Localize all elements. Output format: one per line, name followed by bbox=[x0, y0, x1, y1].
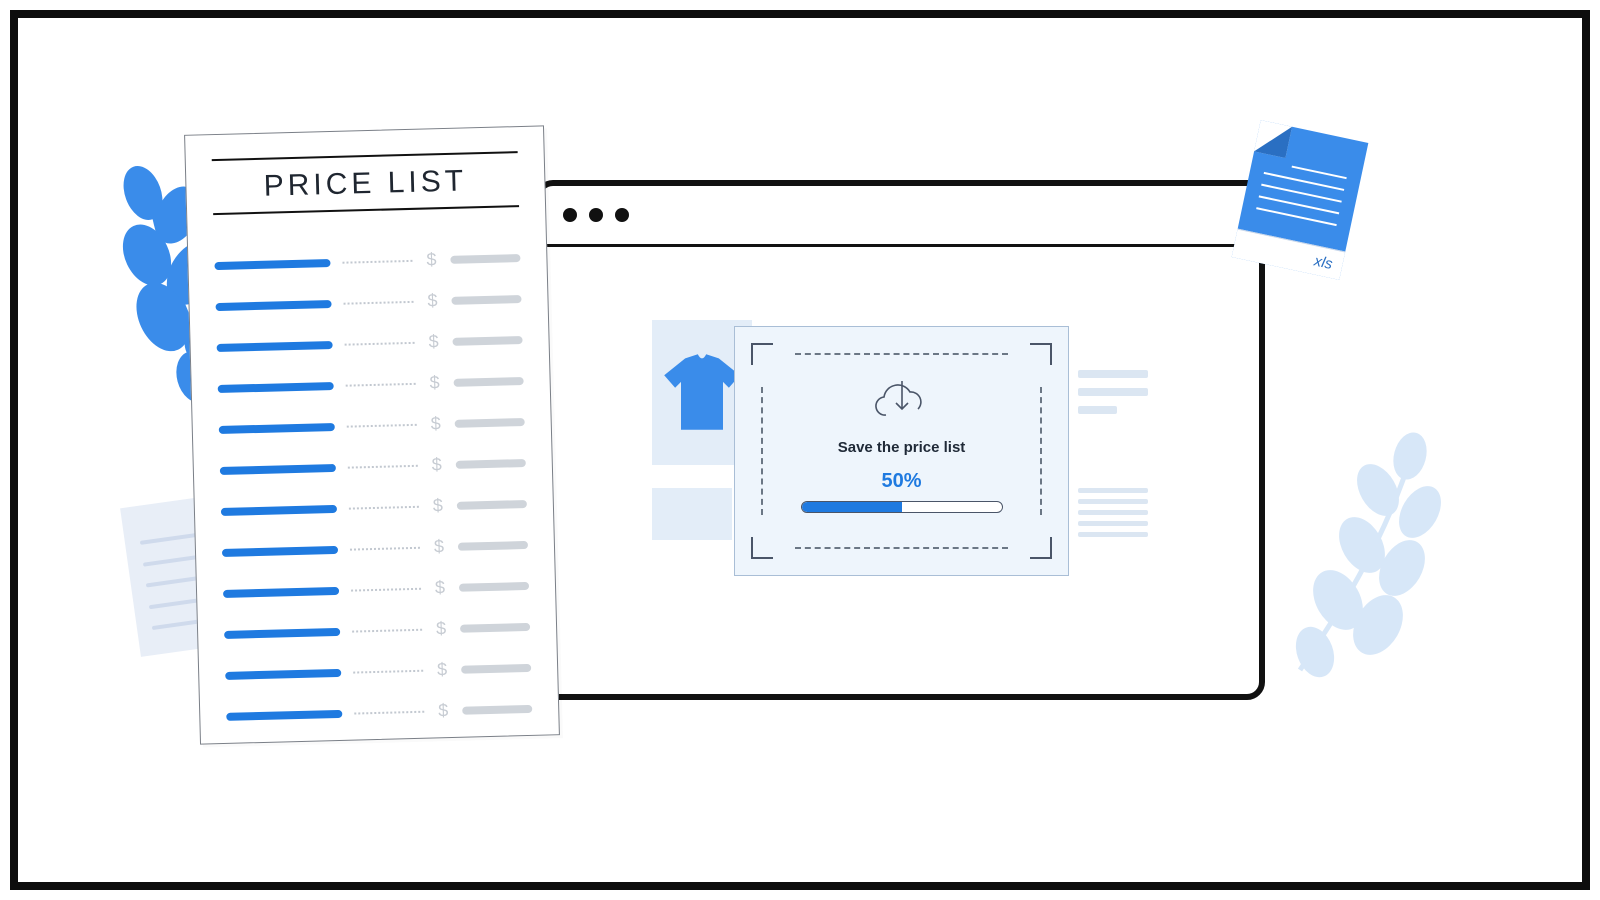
leader-dots bbox=[349, 505, 419, 509]
price-list-row: $ bbox=[221, 493, 527, 522]
leader-dots bbox=[348, 464, 418, 468]
item-price-placeholder bbox=[451, 295, 521, 305]
currency-symbol: $ bbox=[430, 454, 445, 475]
item-price-placeholder bbox=[461, 663, 531, 673]
price-list-row: $ bbox=[226, 698, 532, 727]
leader-dots bbox=[345, 341, 415, 345]
window-control-dot[interactable] bbox=[589, 208, 603, 222]
crop-guide bbox=[795, 547, 1008, 549]
item-price-placeholder bbox=[459, 581, 529, 591]
price-list-row: $ bbox=[223, 575, 529, 604]
item-price-placeholder bbox=[450, 254, 520, 264]
leader-dots bbox=[342, 259, 412, 263]
item-name-placeholder bbox=[215, 300, 331, 311]
progress-percent-label: 50% bbox=[735, 470, 1068, 493]
currency-symbol: $ bbox=[428, 413, 443, 434]
currency-symbol: $ bbox=[434, 618, 449, 639]
crop-corner-icon bbox=[1030, 537, 1052, 559]
price-list-row: $ bbox=[224, 616, 530, 645]
crop-guide bbox=[761, 387, 763, 515]
leader-dots bbox=[346, 382, 416, 386]
leader-dots bbox=[351, 587, 421, 591]
tshirt-icon bbox=[660, 350, 744, 434]
item-price-placeholder bbox=[458, 540, 528, 550]
price-list-row: $ bbox=[219, 411, 525, 440]
price-list-row: $ bbox=[215, 288, 521, 317]
item-name-placeholder bbox=[220, 463, 336, 474]
currency-symbol: $ bbox=[431, 495, 446, 516]
browser-titlebar bbox=[541, 186, 1259, 247]
crop-guide bbox=[1040, 387, 1042, 515]
price-list-row: $ bbox=[222, 534, 528, 563]
progress-bar bbox=[801, 501, 1003, 513]
progress-bar-fill bbox=[802, 502, 902, 512]
item-price-placeholder bbox=[462, 704, 532, 714]
crop-corner-icon bbox=[751, 537, 773, 559]
currency-symbol: $ bbox=[424, 249, 439, 270]
window-control-dot[interactable] bbox=[563, 208, 577, 222]
price-list-document: PRICE LIST $ $ $ $ $ $ $ $ $ $ $ $ bbox=[184, 125, 560, 744]
item-name-placeholder bbox=[224, 627, 340, 638]
item-price-placeholder bbox=[454, 377, 524, 387]
currency-symbol: $ bbox=[433, 577, 448, 598]
currency-symbol: $ bbox=[435, 659, 450, 680]
item-price-placeholder bbox=[452, 336, 522, 346]
currency-symbol: $ bbox=[432, 536, 447, 557]
currency-symbol: $ bbox=[436, 700, 451, 721]
text-placeholder-group bbox=[1078, 370, 1148, 414]
item-price-placeholder bbox=[460, 622, 530, 632]
price-list-row: $ bbox=[217, 370, 523, 399]
price-list-row: $ bbox=[216, 329, 522, 358]
crop-corner-icon bbox=[751, 343, 773, 365]
item-name-placeholder bbox=[217, 341, 333, 352]
item-price-placeholder bbox=[456, 458, 526, 468]
content-placeholder bbox=[652, 488, 732, 540]
currency-symbol: $ bbox=[426, 331, 441, 352]
download-cloud-icon bbox=[874, 379, 930, 423]
item-name-placeholder bbox=[225, 668, 341, 679]
leader-dots bbox=[350, 546, 420, 550]
crop-corner-icon bbox=[1030, 343, 1052, 365]
item-name-placeholder bbox=[221, 504, 337, 515]
price-list-row: $ bbox=[225, 657, 531, 686]
dialog-title: Save the price list bbox=[735, 439, 1068, 456]
currency-symbol: $ bbox=[425, 290, 440, 311]
item-price-placeholder bbox=[455, 417, 525, 427]
item-name-placeholder bbox=[222, 545, 338, 556]
price-list-title: PRICE LIST bbox=[212, 163, 519, 205]
item-name-placeholder bbox=[218, 381, 334, 392]
crop-guide bbox=[795, 353, 1008, 355]
item-price-placeholder bbox=[457, 499, 527, 509]
window-control-dot[interactable] bbox=[615, 208, 629, 222]
save-dialog: Save the price list 50% bbox=[734, 326, 1069, 576]
price-list-row: $ bbox=[214, 247, 520, 276]
price-list-row: $ bbox=[220, 452, 526, 481]
item-name-placeholder bbox=[219, 422, 335, 433]
leader-dots bbox=[344, 300, 414, 304]
leader-dots bbox=[352, 628, 422, 632]
item-name-placeholder bbox=[226, 709, 342, 720]
text-placeholder-group bbox=[1078, 488, 1148, 537]
leader-dots bbox=[353, 669, 423, 673]
currency-symbol: $ bbox=[427, 372, 442, 393]
item-name-placeholder bbox=[214, 259, 330, 270]
leader-dots bbox=[347, 423, 417, 427]
leader-dots bbox=[354, 710, 424, 714]
item-name-placeholder bbox=[223, 586, 339, 597]
